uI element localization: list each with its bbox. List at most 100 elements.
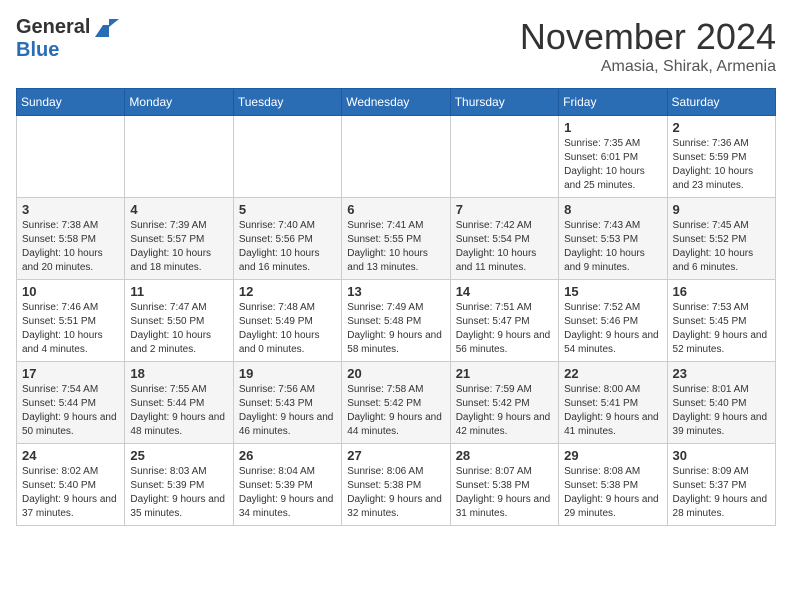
day-number: 26	[239, 448, 336, 463]
day-number: 19	[239, 366, 336, 381]
day-number: 21	[456, 366, 553, 381]
calendar-cell: 27 Sunrise: 8:06 AM Sunset: 5:38 PM Dayli…	[342, 444, 450, 526]
calendar-cell: 4Sunrise: 7:39 AM Sunset: 5:57 PM Daylig…	[125, 198, 233, 280]
day-info: Sunrise: 7:56 AM Sunset: 5:43 PM Dayligh…	[239, 383, 336, 439]
day-info: Sunrise: 8:04 AM Sunset: 5:39 PM Dayligh…	[239, 465, 336, 521]
day-number: 14	[456, 284, 553, 299]
day-number: 17	[22, 366, 119, 381]
calendar-cell: 20 Sunrise: 7:58 AM Sunset: 5:42 PM Dayli…	[342, 362, 450, 444]
day-number: 3	[22, 202, 119, 217]
day-info: Sunrise: 7:59 AM Sunset: 5:42 PM Dayligh…	[456, 383, 553, 439]
day-number: 29	[564, 448, 661, 463]
calendar-cell: 30 Sunrise: 8:09 AM Sunset: 5:37 PM Dayli…	[667, 444, 775, 526]
weekday-header-row: SundayMondayTuesdayWednesdayThursdayFrid…	[17, 89, 776, 116]
calendar-cell: 1 Sunrise: 7:35 AM Sunset: 6:01 PM Daylig…	[559, 116, 667, 198]
calendar-cell: 25Sunrise: 8:03 AM Sunset: 5:39 PM Dayli…	[125, 444, 233, 526]
day-info: Sunrise: 8:08 AM Sunset: 5:38 PM Dayligh…	[564, 465, 661, 521]
day-info: Sunrise: 7:42 AM Sunset: 5:54 PM Dayligh…	[456, 219, 553, 275]
day-number: 2	[673, 120, 770, 135]
weekday-header: Friday	[559, 89, 667, 116]
day-number: 8	[564, 202, 661, 217]
day-number: 20	[347, 366, 444, 381]
calendar-cell: 21 Sunrise: 7:59 AM Sunset: 5:42 PM Dayli…	[450, 362, 558, 444]
day-info: Sunrise: 8:09 AM Sunset: 5:37 PM Dayligh…	[673, 465, 770, 521]
day-info: Sunrise: 7:46 AM Sunset: 5:51 PM Dayligh…	[22, 301, 119, 357]
calendar-cell: 23 Sunrise: 8:01 AM Sunset: 5:40 PM Dayli…	[667, 362, 775, 444]
calendar-cell: 22 Sunrise: 8:00 AM Sunset: 5:41 PM Dayli…	[559, 362, 667, 444]
calendar-cell: 29 Sunrise: 8:08 AM Sunset: 5:38 PM Dayli…	[559, 444, 667, 526]
calendar-cell: 9 Sunrise: 7:45 AM Sunset: 5:52 PM Daylig…	[667, 198, 775, 280]
calendar-week-row: 3Sunrise: 7:38 AM Sunset: 5:58 PM Daylig…	[17, 198, 776, 280]
calendar-cell: 11 Sunrise: 7:47 AM Sunset: 5:50 PM Dayli…	[125, 280, 233, 362]
day-info: Sunrise: 7:52 AM Sunset: 5:46 PM Dayligh…	[564, 301, 661, 357]
calendar-week-row: 1 Sunrise: 7:35 AM Sunset: 6:01 PM Daylig…	[17, 116, 776, 198]
calendar-cell: 12 Sunrise: 7:48 AM Sunset: 5:49 PM Dayli…	[233, 280, 341, 362]
weekday-header: Wednesday	[342, 89, 450, 116]
day-number: 30	[673, 448, 770, 463]
calendar-cell: 7 Sunrise: 7:42 AM Sunset: 5:54 PM Daylig…	[450, 198, 558, 280]
day-info: Sunrise: 7:41 AM Sunset: 5:55 PM Dayligh…	[347, 219, 444, 275]
weekday-header: Thursday	[450, 89, 558, 116]
logo-general-text: General	[16, 16, 90, 39]
calendar-cell: 8Sunrise: 7:43 AM Sunset: 5:53 PM Daylig…	[559, 198, 667, 280]
day-number: 18	[130, 366, 227, 381]
day-number: 1	[564, 120, 661, 135]
day-info: Sunrise: 8:02 AM Sunset: 5:40 PM Dayligh…	[22, 465, 119, 521]
day-number: 7	[456, 202, 553, 217]
day-number: 25	[130, 448, 227, 463]
calendar-cell: 14 Sunrise: 7:51 AM Sunset: 5:47 PM Dayli…	[450, 280, 558, 362]
logo: General Blue	[16, 16, 119, 62]
weekday-header: Tuesday	[233, 89, 341, 116]
calendar-cell: 10Sunrise: 7:46 AM Sunset: 5:51 PM Dayli…	[17, 280, 125, 362]
calendar-cell	[125, 116, 233, 198]
day-number: 13	[347, 284, 444, 299]
day-info: Sunrise: 7:58 AM Sunset: 5:42 PM Dayligh…	[347, 383, 444, 439]
day-number: 15	[564, 284, 661, 299]
calendar-cell	[233, 116, 341, 198]
calendar-cell: 17 Sunrise: 7:54 AM Sunset: 5:44 PM Dayli…	[17, 362, 125, 444]
day-number: 23	[673, 366, 770, 381]
month-title: November 2024	[520, 16, 776, 58]
weekday-header: Sunday	[17, 89, 125, 116]
calendar-cell: 28 Sunrise: 8:07 AM Sunset: 5:38 PM Dayli…	[450, 444, 558, 526]
day-number: 28	[456, 448, 553, 463]
day-info: Sunrise: 7:48 AM Sunset: 5:49 PM Dayligh…	[239, 301, 336, 357]
day-info: Sunrise: 7:35 AM Sunset: 6:01 PM Dayligh…	[564, 137, 661, 193]
day-number: 24	[22, 448, 119, 463]
calendar-cell: 18Sunrise: 7:55 AM Sunset: 5:44 PM Dayli…	[125, 362, 233, 444]
day-info: Sunrise: 7:47 AM Sunset: 5:50 PM Dayligh…	[130, 301, 227, 357]
calendar-week-row: 24 Sunrise: 8:02 AM Sunset: 5:40 PM Dayli…	[17, 444, 776, 526]
title-area: November 2024 Amasia, Shirak, Armenia	[520, 16, 776, 76]
calendar-cell: 15 Sunrise: 7:52 AM Sunset: 5:46 PM Dayli…	[559, 280, 667, 362]
day-info: Sunrise: 7:45 AM Sunset: 5:52 PM Dayligh…	[673, 219, 770, 275]
logo-blue-text: Blue	[16, 39, 59, 62]
day-info: Sunrise: 7:53 AM Sunset: 5:45 PM Dayligh…	[673, 301, 770, 357]
day-info: Sunrise: 8:07 AM Sunset: 5:38 PM Dayligh…	[456, 465, 553, 521]
day-info: Sunrise: 7:36 AM Sunset: 5:59 PM Dayligh…	[673, 137, 770, 193]
logo-icon	[95, 19, 119, 37]
day-number: 27	[347, 448, 444, 463]
day-info: Sunrise: 7:49 AM Sunset: 5:48 PM Dayligh…	[347, 301, 444, 357]
calendar-cell	[450, 116, 558, 198]
calendar-cell: 3Sunrise: 7:38 AM Sunset: 5:58 PM Daylig…	[17, 198, 125, 280]
day-number: 11	[130, 284, 227, 299]
day-number: 9	[673, 202, 770, 217]
day-info: Sunrise: 8:01 AM Sunset: 5:40 PM Dayligh…	[673, 383, 770, 439]
calendar-cell: 6Sunrise: 7:41 AM Sunset: 5:55 PM Daylig…	[342, 198, 450, 280]
day-info: Sunrise: 8:00 AM Sunset: 5:41 PM Dayligh…	[564, 383, 661, 439]
calendar-cell: 2 Sunrise: 7:36 AM Sunset: 5:59 PM Daylig…	[667, 116, 775, 198]
day-info: Sunrise: 7:51 AM Sunset: 5:47 PM Dayligh…	[456, 301, 553, 357]
day-info: Sunrise: 7:54 AM Sunset: 5:44 PM Dayligh…	[22, 383, 119, 439]
weekday-header: Saturday	[667, 89, 775, 116]
day-number: 22	[564, 366, 661, 381]
calendar: SundayMondayTuesdayWednesdayThursdayFrid…	[16, 88, 776, 526]
calendar-cell: 13 Sunrise: 7:49 AM Sunset: 5:48 PM Dayli…	[342, 280, 450, 362]
calendar-cell: 16 Sunrise: 7:53 AM Sunset: 5:45 PM Dayli…	[667, 280, 775, 362]
calendar-cell: 26 Sunrise: 8:04 AM Sunset: 5:39 PM Dayli…	[233, 444, 341, 526]
day-info: Sunrise: 8:06 AM Sunset: 5:38 PM Dayligh…	[347, 465, 444, 521]
day-number: 16	[673, 284, 770, 299]
day-number: 5	[239, 202, 336, 217]
location: Amasia, Shirak, Armenia	[520, 58, 776, 76]
day-number: 12	[239, 284, 336, 299]
day-info: Sunrise: 7:40 AM Sunset: 5:56 PM Dayligh…	[239, 219, 336, 275]
